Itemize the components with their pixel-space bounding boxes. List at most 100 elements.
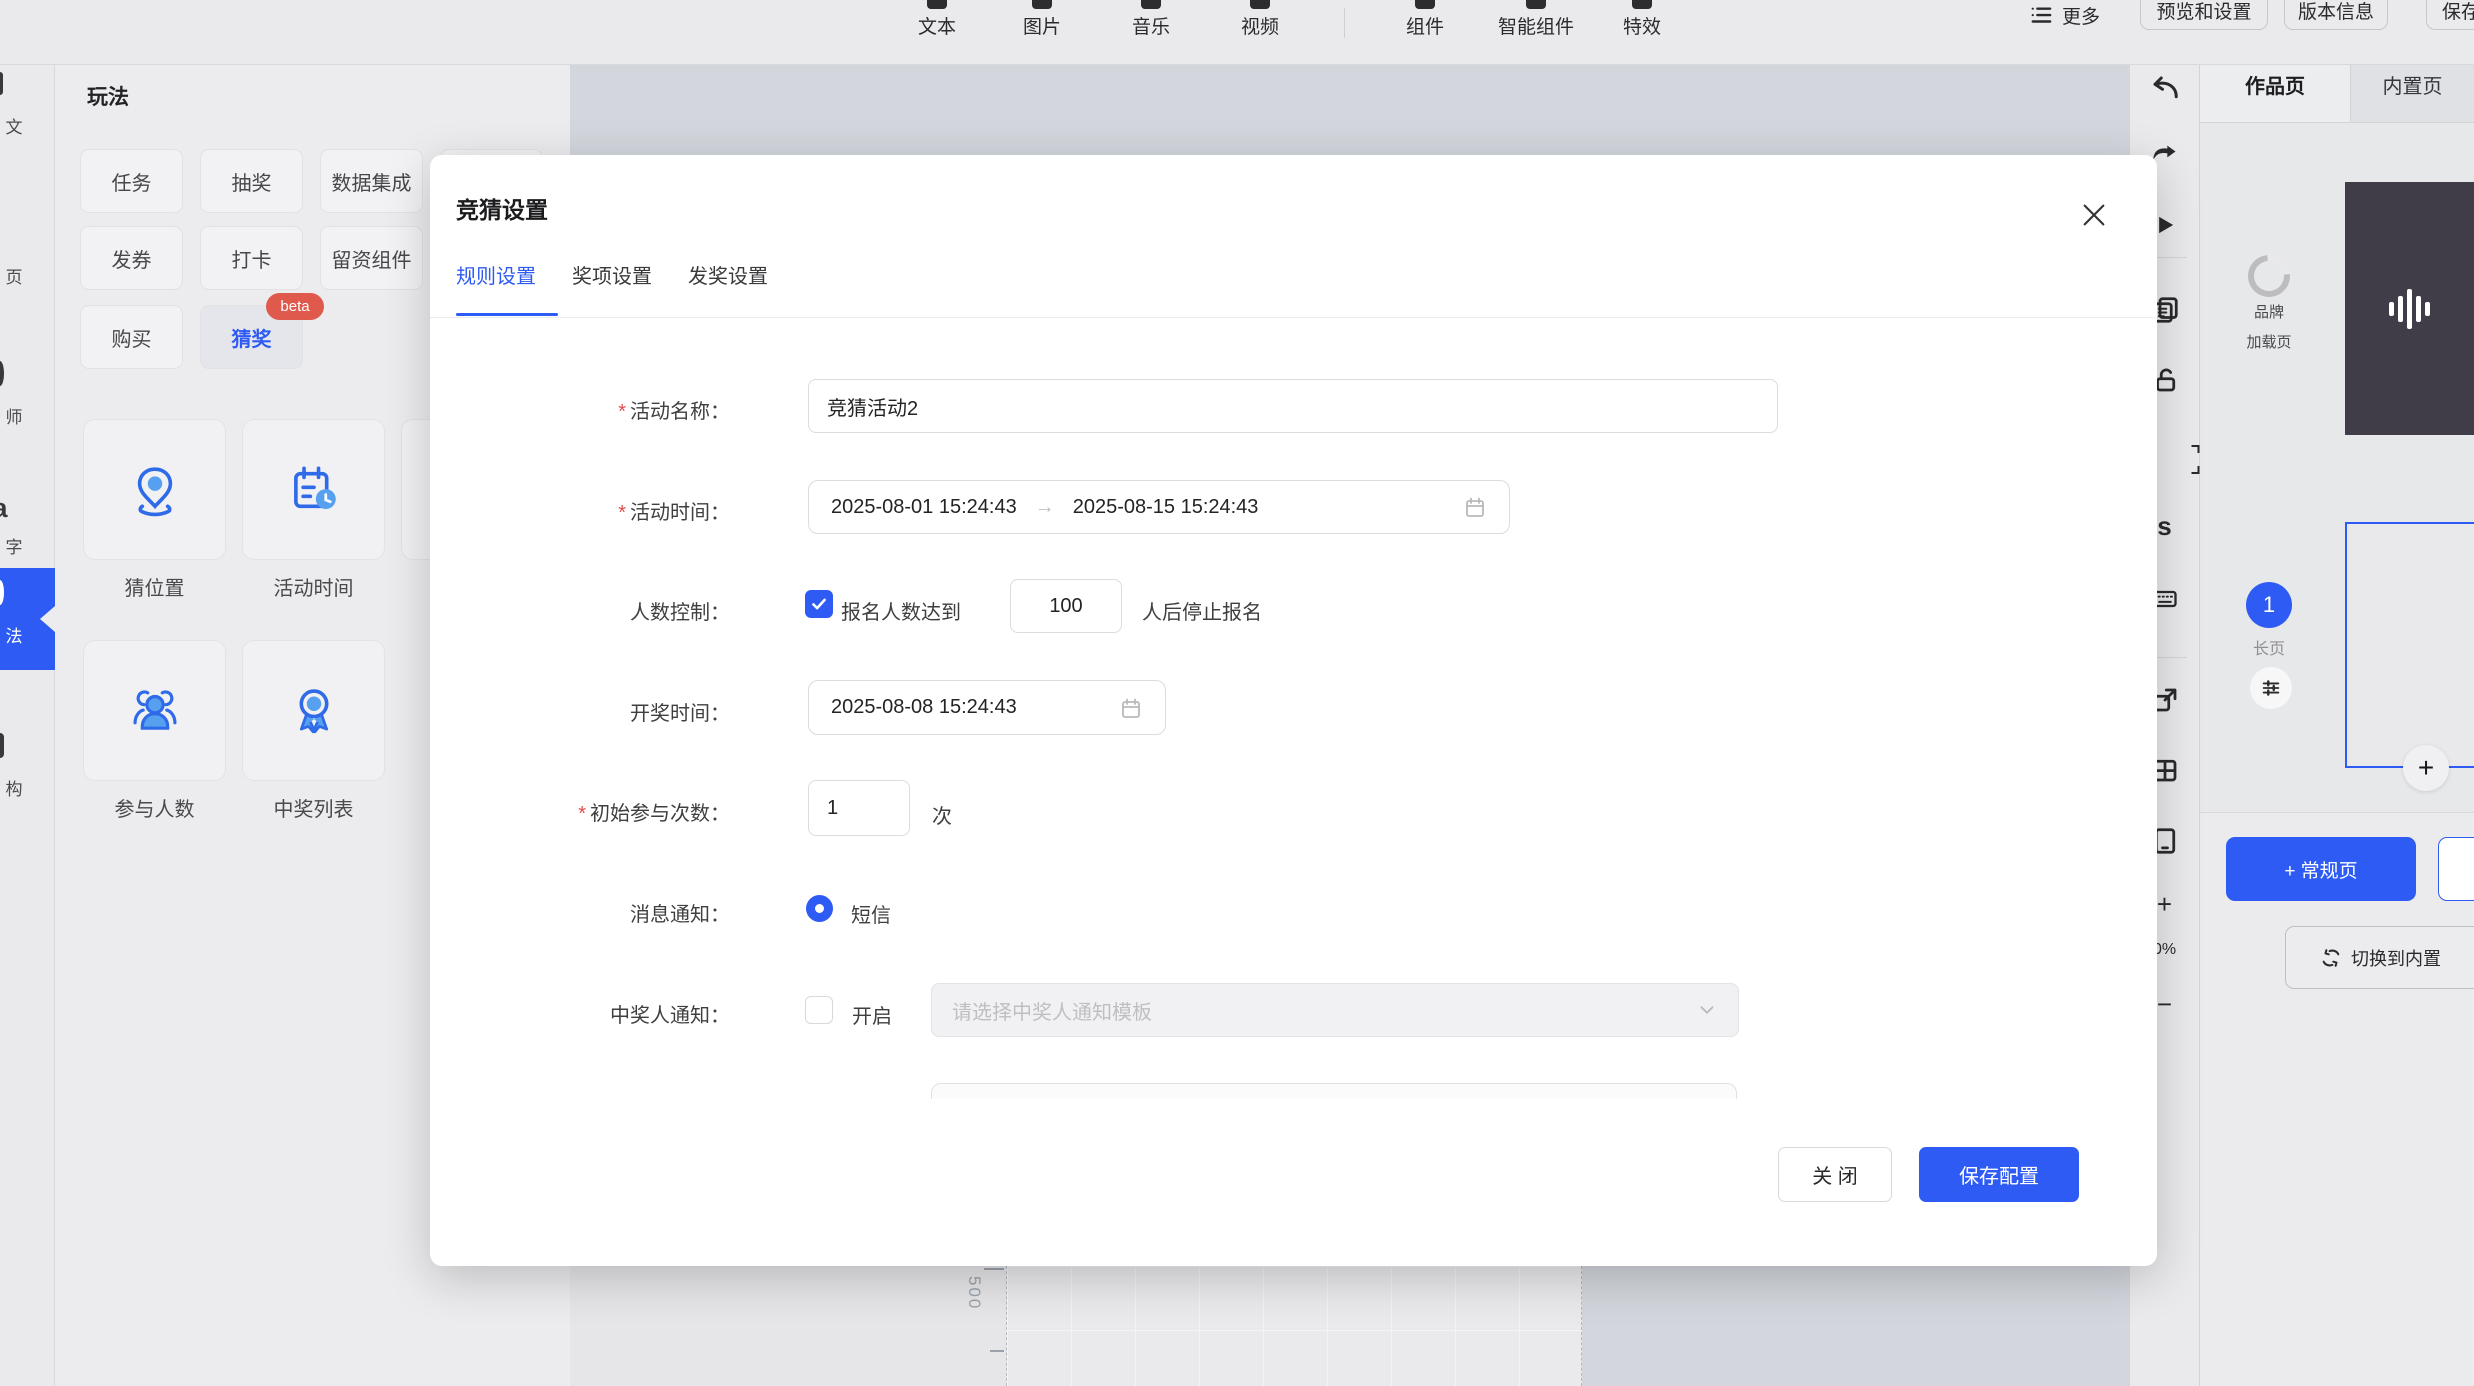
guess-settings-dialog: 竞猜设置 规则设置 奖项设置 发奖设置 *活动名称： 竞猜活动2 *活动时间： … <box>430 155 2157 1266</box>
tabs-divider <box>430 317 2157 318</box>
gameplay-button-lottery[interactable]: 抽奖 <box>200 149 303 213</box>
swap-refresh-icon <box>2320 947 2342 969</box>
toolbar-item-image[interactable]: 图片 <box>982 0 1102 39</box>
beta-badge: beta <box>266 293 324 320</box>
tab-rule-settings[interactable]: 规则设置 <box>456 260 536 289</box>
page-settings-button[interactable] <box>2250 667 2292 709</box>
gameplay-button-task[interactable]: 任务 <box>80 149 183 213</box>
winner-notify-checkbox-unchecked[interactable] <box>805 996 833 1024</box>
effects-icon <box>1632 0 1652 9</box>
field-label-activity-name: *活动名称： <box>430 395 730 424</box>
capacity-count-input[interactable]: 100 <box>1010 579 1122 633</box>
zoom-in-button[interactable]: + <box>2157 891 2172 917</box>
dialog-tabs: 规则设置 奖项设置 发奖设置 <box>456 260 768 289</box>
active-notch <box>40 606 55 632</box>
people-group-icon <box>126 682 184 740</box>
canvas-margin-area <box>570 1266 1006 1386</box>
component-icon <box>1415 0 1435 9</box>
initial-times-unit: 次 <box>932 800 952 829</box>
toolbar-item-effects[interactable]: 特效 <box>1582 0 1702 39</box>
toolbar-item-smart-component[interactable]: 智能组件 <box>1476 0 1596 39</box>
layers-icon <box>0 75 13 101</box>
music-icon <box>1141 0 1161 9</box>
brand-loading-label: 加载页 <box>2224 331 2314 352</box>
close-button[interactable]: 关 闭 <box>1778 1147 1892 1202</box>
page-thumbnail-selected[interactable] <box>2345 522 2474 768</box>
location-pin-icon <box>126 461 184 519</box>
save-button[interactable]: 保存 <box>2426 0 2474 30</box>
tab-prize-settings[interactable]: 奖项设置 <box>572 260 652 289</box>
ruler-tick <box>984 1268 1004 1270</box>
pages-panel: 作品页 内置页 品牌 加载页 1 长页 + + 常规页 <box>2200 47 2474 1386</box>
toolbar-item-component[interactable]: 组件 <box>1365 0 1485 39</box>
select-placeholder: 请选择中奖人通知模板 <box>952 996 1152 1025</box>
tab-award-settings[interactable]: 发奖设置 <box>688 260 768 289</box>
gameplay-button-data-integration[interactable]: 数据集成 <box>320 149 423 213</box>
designer-icon <box>0 365 13 391</box>
undo-icon[interactable] <box>2148 73 2182 103</box>
gameplay-button-coupon[interactable]: 发券 <box>80 226 183 290</box>
start-datetime: 2025-08-01 15:24:43 <box>831 496 1017 519</box>
field-label-initial-times: *初始参与次数： <box>430 797 730 826</box>
panel-title: 玩法 <box>87 81 129 111</box>
loading-spinner-icon <box>2239 246 2298 305</box>
gameplay-button-checkin[interactable]: 打卡 <box>200 226 303 290</box>
gameplay-button-lead-form[interactable]: 留资组件 <box>320 226 423 290</box>
component-card-activity-time[interactable] <box>242 419 385 560</box>
smart-component-icon <box>1526 0 1546 9</box>
editor-app: 500 文本 图片 音乐 视频 组件 智能组件 特效 <box>0 0 2474 1386</box>
initial-times-input[interactable]: 1 <box>808 780 910 836</box>
gameplay-icon <box>0 584 13 610</box>
ruler-tick <box>990 1350 1004 1352</box>
zoom-out-button[interactable]: − <box>2157 991 2172 1017</box>
toolbar-item-music[interactable]: 音乐 <box>1091 0 1211 39</box>
capacity-checkbox-label[interactable]: 报名人数达到 <box>841 596 961 625</box>
component-card-participants[interactable] <box>83 640 226 781</box>
audio-waveform-icon <box>2389 289 2430 329</box>
sms-radio-label[interactable]: 短信 <box>851 899 891 928</box>
add-regular-page-button[interactable]: + 常规页 <box>2226 837 2416 901</box>
calendar-icon <box>1463 495 1487 519</box>
activity-name-input[interactable]: 竞猜活动2 <box>808 379 1778 433</box>
sliders-icon <box>2260 677 2282 699</box>
version-info-button[interactable]: 版本信息 <box>2284 0 2388 30</box>
chevron-down-icon <box>1696 999 1718 1021</box>
add-page-button[interactable]: + <box>2403 745 2449 791</box>
end-datetime: 2025-08-15 15:24:43 <box>1073 496 1259 519</box>
component-card-guess-location[interactable] <box>83 419 226 560</box>
brand-loading-thumbnail[interactable] <box>2345 182 2474 435</box>
activity-time-range-picker[interactable]: 2025-08-01 15:24:43 → 2025-08-15 15:24:4… <box>808 480 1510 534</box>
field-label-activity-time: *活动时间： <box>430 496 730 525</box>
top-toolbar: 文本 图片 音乐 视频 组件 智能组件 特效 <box>0 0 2474 65</box>
image-icon <box>1032 0 1052 9</box>
component-label: 参与人数 <box>83 793 226 822</box>
field-label-capacity: 人数控制： <box>430 596 730 625</box>
more-menu-button[interactable]: 更多 <box>2028 2 2100 29</box>
script-tool-icon[interactable]: s <box>2157 513 2171 539</box>
toolbar-item-text[interactable]: 文本 <box>877 0 997 39</box>
font-icon: a <box>0 495 13 521</box>
gameplay-button-purchase[interactable]: 购买 <box>80 305 183 369</box>
draw-time-picker[interactable]: 2025-08-08 15:24:43 <box>808 680 1166 735</box>
close-icon[interactable] <box>2078 199 2110 231</box>
video-icon <box>1250 0 1270 9</box>
preview-settings-button[interactable]: 预览和设置 <box>2140 0 2268 30</box>
component-card-winner-list[interactable] <box>242 640 385 781</box>
switch-to-builtin-button[interactable]: 切换到内置 <box>2285 926 2474 989</box>
sms-radio-selected[interactable] <box>806 895 833 922</box>
active-tab-underline <box>456 313 558 316</box>
calendar-clock-icon <box>285 461 343 519</box>
winner-template-select[interactable]: 请选择中奖人通知模板 <box>931 983 1739 1037</box>
component-label: 活动时间 <box>242 572 385 601</box>
add-special-page-button[interactable] <box>2438 837 2474 901</box>
save-config-button[interactable]: 保存配置 <box>1919 1147 2079 1202</box>
field-label-winner-notify: 中奖人通知： <box>430 999 730 1028</box>
winner-notify-checkbox-label[interactable]: 开启 <box>852 1000 892 1029</box>
nav-item-gameplay-active[interactable]: 法 <box>0 568 55 670</box>
capacity-checkbox-checked[interactable] <box>805 590 833 618</box>
toolbar-item-video[interactable]: 视频 <box>1200 0 1320 39</box>
panel-footer: + 常规页 切换到内置 <box>2200 812 2474 1386</box>
text-icon <box>927 0 947 9</box>
interaction-icon <box>0 737 13 763</box>
field-label-message-notify: 消息通知： <box>430 898 730 927</box>
